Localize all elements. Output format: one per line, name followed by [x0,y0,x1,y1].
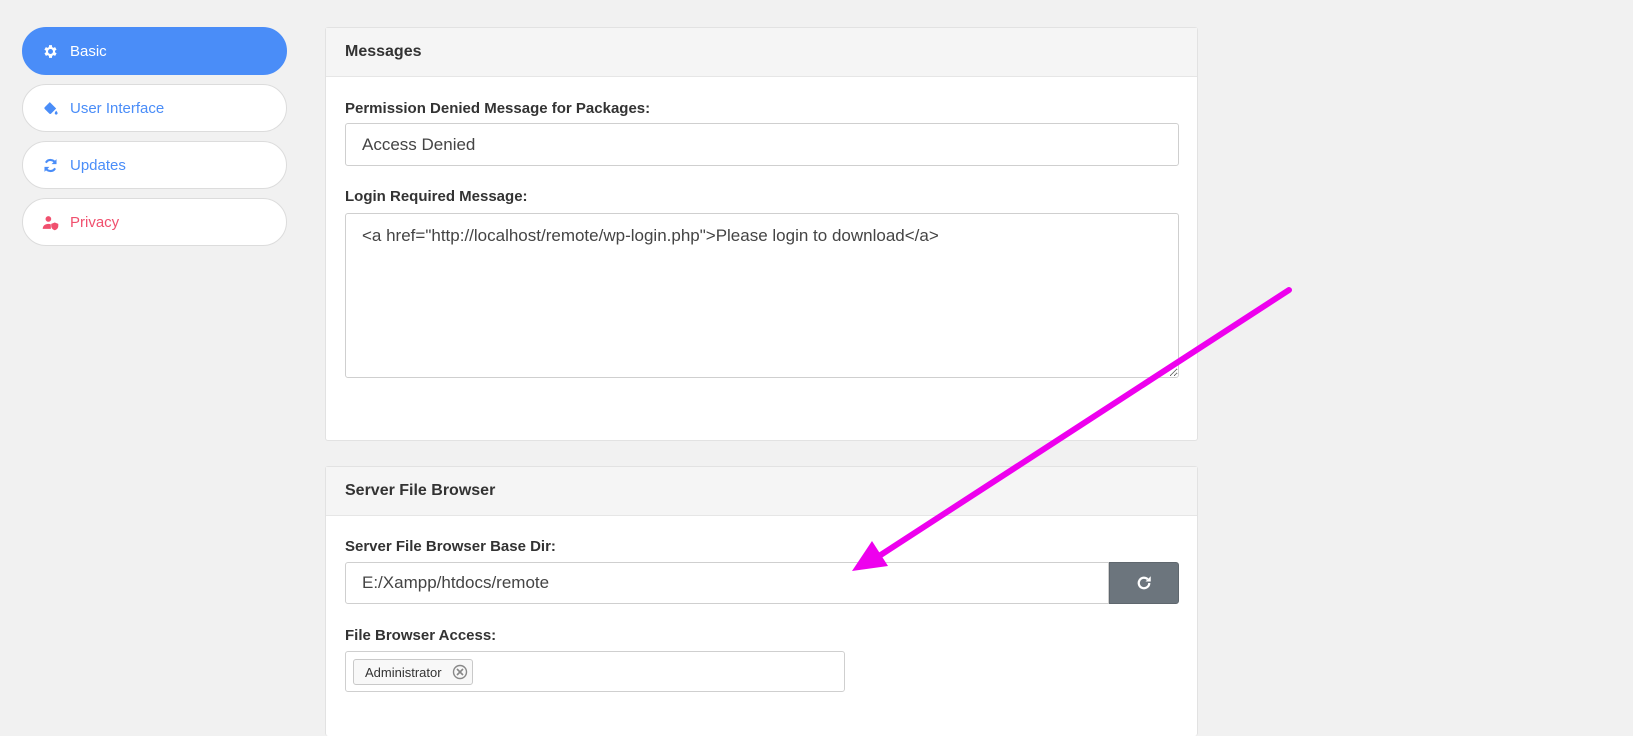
login-required-label: Login Required Message: [345,188,528,205]
sidebar-item-label: Basic [70,42,107,60]
sidebar-item-privacy[interactable]: Privacy [22,198,287,246]
permission-denied-message-input[interactable] [345,123,1179,166]
base-dir-label: Server File Browser Base Dir: [345,538,556,555]
file-browser-access-label: File Browser Access: [345,627,497,644]
server-file-browser-title: Server File Browser [326,467,1197,516]
sidebar-item-updates[interactable]: Updates [22,141,287,189]
sidebar-item-user-interface[interactable]: User Interface [22,84,287,132]
file-browser-access-select[interactable]: Administrator [345,651,845,692]
access-tag-label: Administrator [365,664,442,680]
sidebar-item-label: User Interface [70,99,165,117]
paint-bucket-icon [41,99,59,117]
settings-sidebar: Basic User Interface Updates Privacy [22,27,287,255]
server-file-browser-panel: Server File Browser Server File Browser … [325,466,1198,736]
refresh-icon [1135,574,1153,592]
sidebar-item-label: Updates [70,156,126,174]
user-shield-icon [41,213,59,231]
remove-tag-icon[interactable] [452,664,468,680]
refresh-icon [41,156,59,174]
sidebar-item-basic[interactable]: Basic [22,27,287,75]
refresh-base-dir-button[interactable] [1109,562,1179,604]
messages-panel: Messages Permission Denied Message for P… [325,27,1198,441]
gear-icon [41,42,59,60]
login-required-message-textarea[interactable]: <a href="http://localhost/remote/wp-logi… [345,213,1179,378]
base-dir-input[interactable] [345,562,1109,604]
access-tag: Administrator [353,659,473,685]
permission-denied-label: Permission Denied Message for Packages: [345,100,651,117]
sidebar-item-label: Privacy [70,213,120,231]
messages-panel-title: Messages [326,28,1197,77]
